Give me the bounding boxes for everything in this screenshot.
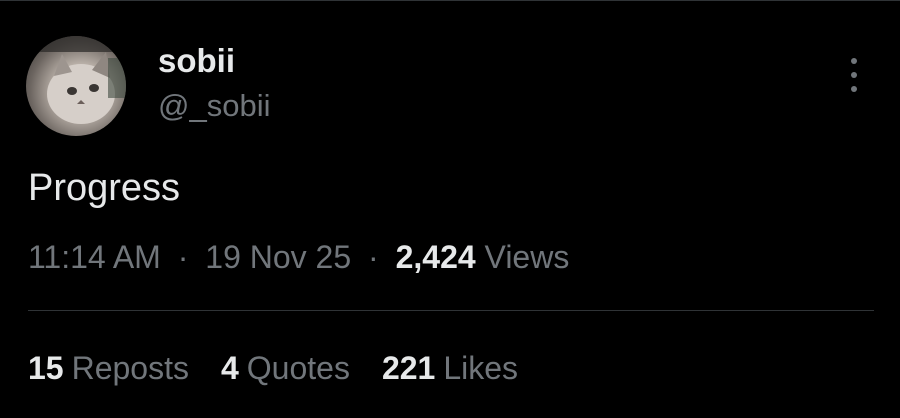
tweet-date[interactable]: 19 Nov 25 bbox=[205, 239, 351, 275]
dot bbox=[851, 72, 857, 78]
likes-stat[interactable]: 221 Likes bbox=[382, 347, 518, 389]
reposts-stat[interactable]: 15 Reposts bbox=[28, 347, 189, 389]
likes-count: 221 bbox=[381, 350, 436, 386]
tweet-meta: 11:14 AM · 19 Nov 25 · 2,424 Views bbox=[28, 236, 569, 278]
views-count: 2,424 bbox=[395, 239, 476, 275]
engagement-stats: 15 Reposts 4 Quotes 221 Likes bbox=[28, 347, 518, 389]
dot bbox=[851, 58, 857, 64]
tweet-time[interactable]: 11:14 AM bbox=[28, 239, 161, 275]
dot bbox=[851, 86, 857, 92]
reposts-count: 15 bbox=[28, 350, 64, 386]
author-handle[interactable]: @_sobii bbox=[158, 88, 270, 124]
top-divider bbox=[0, 0, 900, 1]
cat-avatar-image bbox=[26, 36, 126, 124]
author-name[interactable]: sobii bbox=[158, 42, 235, 80]
tweet-card: sobii @_sobii Progress 11:14 AM · 19 Nov… bbox=[0, 0, 900, 418]
quotes-count: 4 bbox=[220, 350, 239, 386]
meta-separator: · bbox=[177, 239, 189, 275]
quotes-stat[interactable]: 4 Quotes bbox=[221, 347, 350, 389]
reposts-label: Reposts bbox=[71, 350, 189, 386]
views-label: Views bbox=[484, 239, 570, 275]
meta-separator: · bbox=[368, 239, 379, 275]
quotes-label: Quotes bbox=[246, 350, 350, 386]
likes-label: Likes bbox=[443, 350, 519, 386]
more-vertical-icon[interactable] bbox=[840, 58, 868, 92]
stats-divider bbox=[28, 310, 874, 311]
tweet-text: Progress bbox=[28, 167, 181, 209]
avatar[interactable] bbox=[26, 36, 126, 136]
